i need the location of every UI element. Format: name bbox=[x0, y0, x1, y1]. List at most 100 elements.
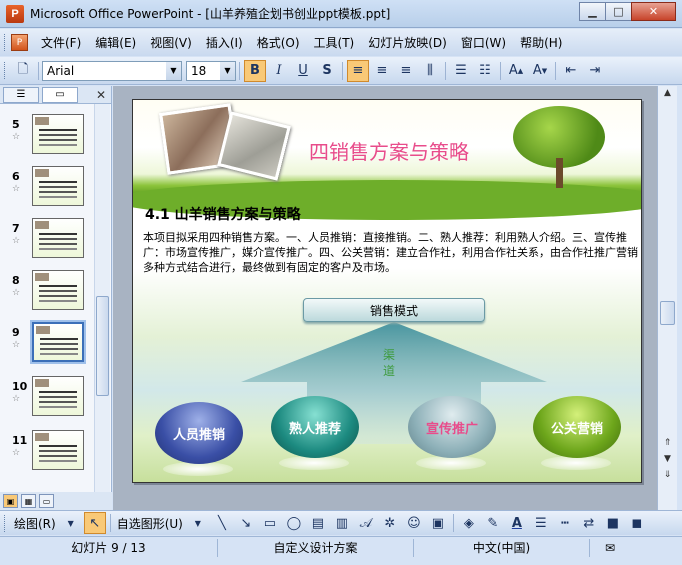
rectangle-icon[interactable]: ▭ bbox=[259, 512, 281, 534]
thumbnail-row-selected[interactable]: 9 ☆ bbox=[0, 320, 94, 366]
italic-button[interactable]: I bbox=[268, 60, 290, 82]
sales-mode-bar[interactable]: 销售模式 bbox=[303, 298, 485, 322]
outline-tab-icon[interactable]: ☰ bbox=[3, 86, 39, 103]
draw-menu-button[interactable]: 绘图(R) bbox=[14, 515, 56, 532]
menu-view[interactable]: 视图(V) bbox=[143, 34, 199, 51]
slide-thumbnail[interactable] bbox=[32, 114, 84, 154]
oval-icon[interactable]: ◯ bbox=[283, 512, 305, 534]
slide-title[interactable]: 四销售方案与策略 bbox=[309, 136, 469, 165]
font-color-icon[interactable]: A bbox=[506, 512, 528, 534]
picture-icon[interactable]: ▣ bbox=[427, 512, 449, 534]
slide-thumbnail[interactable] bbox=[32, 376, 84, 416]
thumbnail-scrollbar[interactable] bbox=[94, 104, 110, 492]
select-pointer-icon[interactable]: ↖ bbox=[83, 512, 106, 534]
toolbar-grip[interactable] bbox=[4, 34, 7, 51]
line-style-icon[interactable]: ☰ bbox=[530, 512, 552, 534]
maximize-button[interactable]: □ bbox=[605, 2, 632, 21]
textbox-icon[interactable]: ▤ bbox=[307, 512, 329, 534]
menu-file[interactable]: 文件(F) bbox=[34, 34, 88, 51]
distribute-icon[interactable]: ⫼ bbox=[419, 60, 441, 82]
menu-window[interactable]: 窗口(W) bbox=[454, 34, 513, 51]
bold-button[interactable]: B bbox=[244, 59, 266, 82]
menu-format[interactable]: 格式(O) bbox=[250, 34, 307, 51]
farm-photo[interactable] bbox=[217, 111, 291, 181]
3d-style-icon[interactable]: ◼ bbox=[626, 512, 648, 534]
increase-font-icon[interactable]: A ▲ bbox=[505, 60, 527, 82]
diagram-icon[interactable]: ✲ bbox=[379, 512, 401, 534]
fill-color-icon[interactable]: ◈ bbox=[458, 512, 480, 534]
chevron-down-icon[interactable]: ▼ bbox=[166, 61, 181, 80]
chevron-down-icon[interactable]: ▼ bbox=[220, 61, 235, 80]
body-text[interactable]: 本项目拟采用四种销售方案。一、人员推销：直接推销。二、熟人推荐：利用熟人介绍。三… bbox=[143, 230, 639, 275]
shadow-style-icon[interactable]: ■ bbox=[602, 512, 624, 534]
decrease-font-icon[interactable]: A ▼ bbox=[529, 60, 551, 82]
slideshow-view-icon[interactable]: ▭ bbox=[39, 494, 54, 508]
menu-tools[interactable]: 工具(T) bbox=[307, 34, 362, 51]
autoshape-menu-button[interactable]: 自选图形(U) bbox=[117, 515, 183, 532]
scroll-up-icon[interactable]: ▲ bbox=[660, 88, 675, 98]
underline-button[interactable]: U bbox=[292, 60, 314, 82]
thumbnail-row[interactable]: 5 ☆ bbox=[0, 114, 94, 158]
decrease-indent-icon[interactable]: ⇤ bbox=[560, 60, 582, 82]
spellcheck-icon[interactable]: ✉ bbox=[590, 539, 630, 557]
menu-insert[interactable]: 插入(I) bbox=[199, 34, 250, 51]
align-center-icon[interactable]: ≡ bbox=[371, 60, 393, 82]
bullets-icon[interactable]: ☷ bbox=[474, 60, 496, 82]
font-size-select[interactable]: 18 ▼ bbox=[186, 60, 236, 81]
slide-thumbnail[interactable] bbox=[32, 166, 84, 206]
sales-ball-referral[interactable]: 熟人推荐 bbox=[271, 396, 359, 458]
sorter-view-icon[interactable]: ▦ bbox=[21, 494, 36, 508]
increase-indent-icon[interactable]: ⇥ bbox=[584, 60, 606, 82]
document-icon[interactable]: P bbox=[11, 34, 28, 51]
chevron-down-icon[interactable]: ▼ bbox=[187, 512, 209, 534]
menu-edit[interactable]: 编辑(E) bbox=[88, 34, 143, 51]
scrollbar-thumb[interactable] bbox=[660, 301, 675, 325]
line-color-icon[interactable]: ✎ bbox=[482, 512, 504, 534]
thumbnail-number: 5 bbox=[12, 118, 20, 131]
minimize-button[interactable]: ▁ bbox=[579, 2, 606, 21]
slide-thumbnail[interactable] bbox=[32, 270, 84, 310]
next-slide-icon[interactable]: ⇓ bbox=[660, 470, 675, 480]
thumbnail-row[interactable]: 6 ☆ bbox=[0, 166, 94, 210]
close-button[interactable]: ✕ bbox=[631, 2, 676, 21]
align-right-icon[interactable]: ≡ bbox=[395, 60, 417, 82]
menu-help[interactable]: 帮助(H) bbox=[513, 34, 569, 51]
thumbnail-row[interactable]: 8 ☆ bbox=[0, 270, 94, 314]
scroll-down-icon[interactable]: ▼ bbox=[660, 454, 675, 464]
slide-scrollbar[interactable]: ▲ ⇑ ▼ ⇓ bbox=[657, 86, 677, 510]
line-icon[interactable]: ╲ bbox=[211, 512, 233, 534]
toolbar-grip[interactable] bbox=[4, 514, 7, 532]
thumbnail-row[interactable]: 7 ☆ bbox=[0, 218, 94, 262]
sales-ball-pr[interactable]: 公关营销 bbox=[533, 396, 621, 458]
arrow-style-icon[interactable]: ⇄ bbox=[578, 512, 600, 534]
scrollbar-thumb[interactable] bbox=[96, 296, 109, 396]
menu-slideshow[interactable]: 幻灯片放映(D) bbox=[361, 34, 454, 51]
vertical-textbox-icon[interactable]: ▥ bbox=[331, 512, 353, 534]
sales-ball-personal[interactable]: 人员推销 bbox=[155, 402, 243, 464]
drawing-toolbar: 绘图(R) ▼ ↖ 自选图形(U) ▼ ╲ ↘ ▭ ◯ ▤ ▥ 𝒜 ✲ ☺ ▣ … bbox=[0, 510, 682, 535]
numbering-icon[interactable]: ☰ bbox=[450, 60, 472, 82]
chevron-down-icon[interactable]: ▼ bbox=[60, 512, 82, 534]
font-name-select[interactable]: Arial ▼ bbox=[42, 60, 182, 81]
normal-view-icon[interactable]: ▣ bbox=[3, 494, 18, 508]
clipart-icon[interactable]: ☺ bbox=[403, 512, 425, 534]
slides-tab-icon[interactable]: ▭ bbox=[42, 86, 78, 103]
thumbnail-row[interactable]: 10 ☆ bbox=[0, 376, 94, 420]
arrow-icon[interactable]: ↘ bbox=[235, 512, 257, 534]
slide-thumbnail[interactable] bbox=[32, 430, 84, 470]
new-document-icon[interactable]: 🗋 bbox=[12, 60, 34, 82]
thumbnail-number: 11 bbox=[12, 434, 28, 447]
dash-style-icon[interactable]: ┅ bbox=[554, 512, 576, 534]
shadow-button[interactable]: S bbox=[316, 60, 338, 82]
thumbnail-row[interactable]: 11 ☆ bbox=[0, 430, 94, 474]
close-icon[interactable]: ✕ bbox=[96, 88, 106, 102]
slide-canvas[interactable]: 四销售方案与策略 4.1 山羊销售方案与策略 本项目拟采用四种销售方案。一、人员… bbox=[132, 99, 642, 483]
slide-thumbnail-selected[interactable] bbox=[30, 320, 86, 364]
wordart-icon[interactable]: 𝒜 bbox=[355, 512, 377, 534]
sales-ball-promotion[interactable]: 宣传推广 bbox=[408, 396, 496, 458]
toolbar-grip[interactable] bbox=[4, 62, 7, 79]
previous-slide-icon[interactable]: ⇑ bbox=[660, 438, 675, 448]
slide-thumbnail[interactable] bbox=[32, 218, 84, 258]
section-heading[interactable]: 4.1 山羊销售方案与策略 bbox=[145, 204, 301, 224]
align-left-icon[interactable]: ≡ bbox=[347, 59, 369, 82]
